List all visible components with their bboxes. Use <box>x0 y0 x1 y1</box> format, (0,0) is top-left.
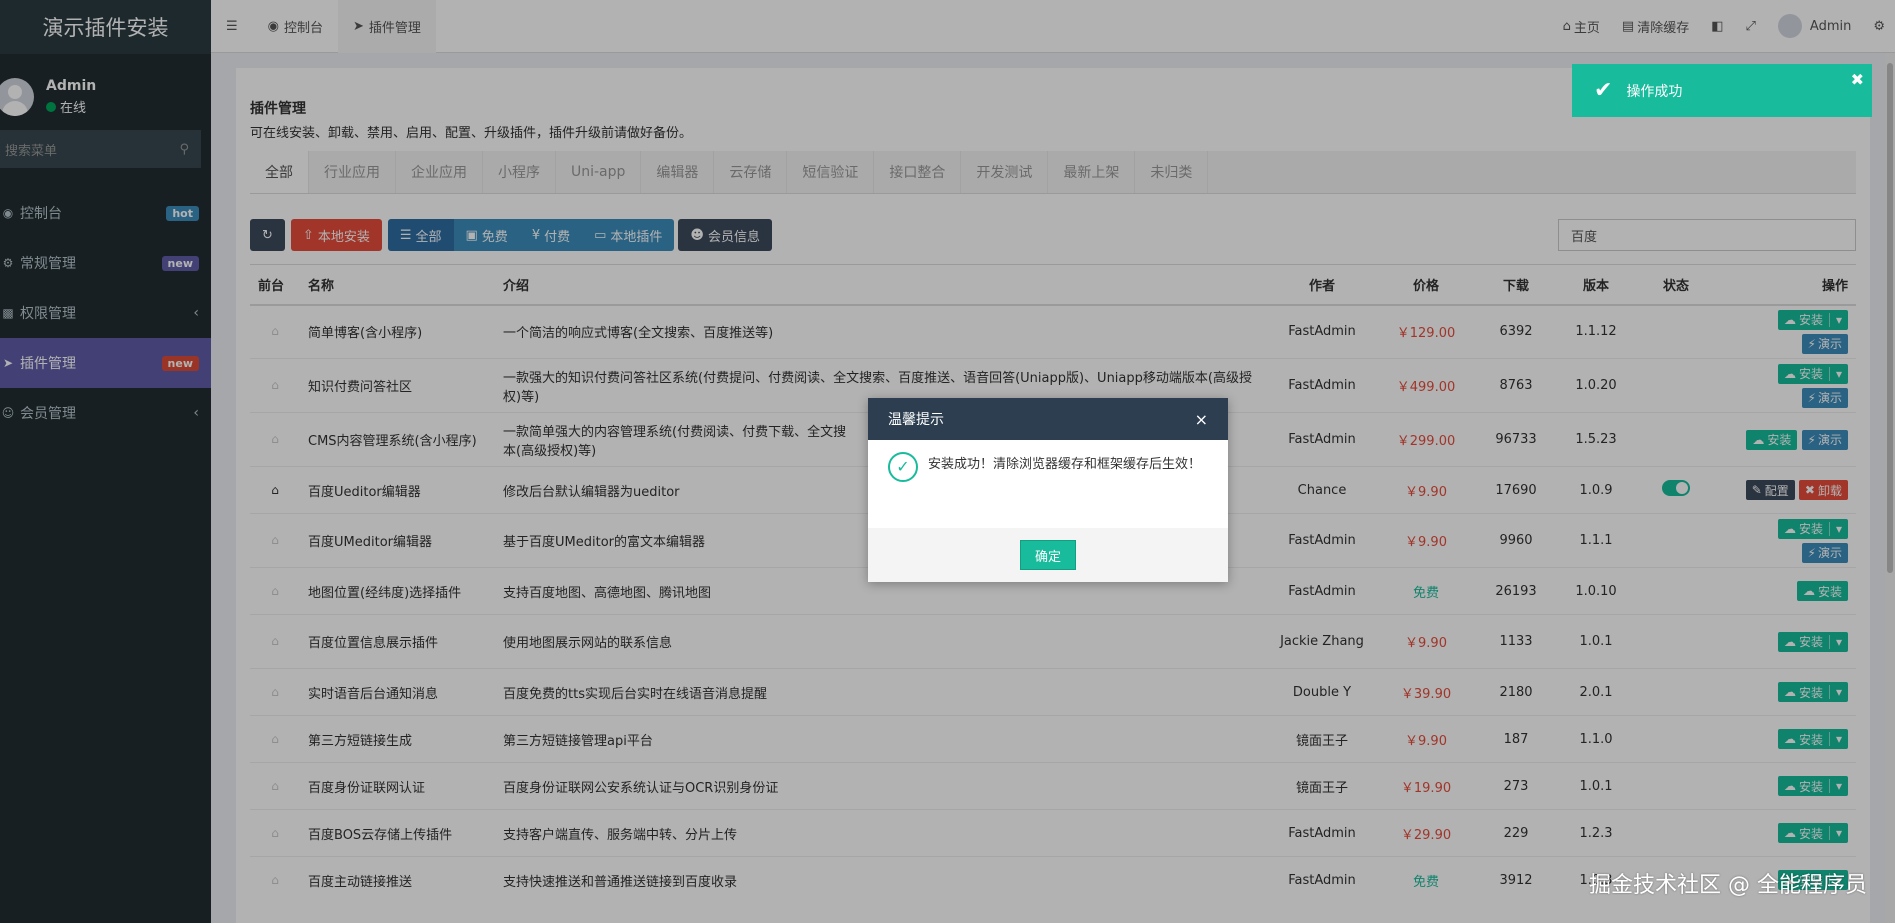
check-icon: ✔ <box>1594 78 1613 103</box>
dialog-message: 安装成功！清除浏览器缓存和框架缓存后生效！ <box>928 457 1202 472</box>
success-toast: ✔ 操作成功 ✖ <box>1572 64 1872 117</box>
tip-dialog: 温馨提示 × ✓ 安装成功！清除浏览器缓存和框架缓存后生效！ 确定 <box>868 398 1228 582</box>
dialog-title: 温馨提示 <box>888 412 944 428</box>
toast-text: 操作成功 <box>1626 83 1683 100</box>
close-icon[interactable]: ✖ <box>1851 70 1864 89</box>
close-icon[interactable]: × <box>1195 410 1208 429</box>
success-check-icon: ✓ <box>888 452 918 482</box>
watermark: 掘金技术社区 @ 全能程序员 <box>1589 873 1867 898</box>
confirm-button[interactable]: 确定 <box>1019 540 1076 570</box>
